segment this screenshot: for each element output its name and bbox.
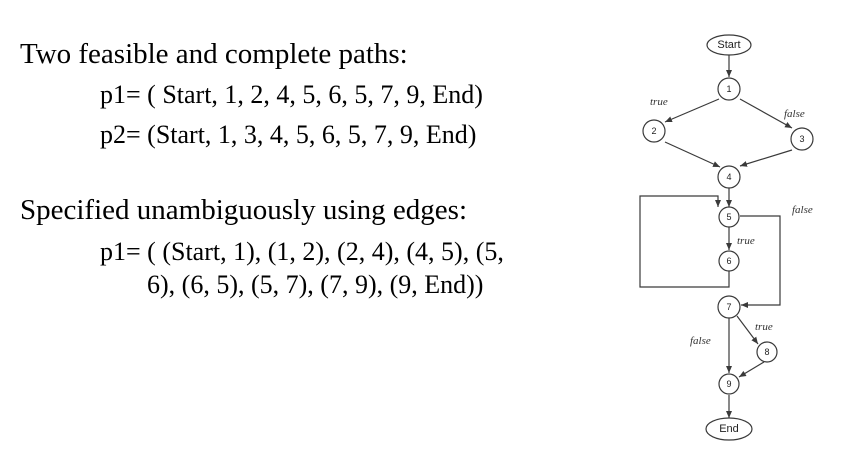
edge-5-7: [740, 215, 781, 308]
node-start-label: Start: [717, 39, 740, 51]
node-5-label: 5: [726, 212, 731, 222]
node-3-label: 3: [799, 134, 804, 144]
node-6-label: 6: [726, 256, 731, 266]
node-4-label: 4: [726, 172, 731, 182]
edges-heading: Specified unambiguously using edges:: [20, 194, 468, 226]
edge-3-4: [739, 149, 793, 167]
edge-label-7-9: false: [690, 335, 711, 347]
edge-2-4: [664, 141, 721, 168]
edge-6-5-loop: [639, 195, 730, 288]
edges-line-2: 6), (6, 5), (5, 7), (7, 9), (9, End)): [147, 270, 484, 299]
node-7-label: 7: [726, 302, 731, 312]
control-flow-graph: Start 1 2 3 4 5 6 7 8 9 End true false f…: [639, 34, 814, 441]
edge-label-5-6: true: [737, 235, 755, 247]
edge-label-5-7: false: [792, 204, 813, 216]
paths-heading: Two feasible and complete paths:: [20, 38, 408, 70]
path-p1: p1= ( Start, 1, 2, 4, 5, 6, 5, 7, 9, End…: [100, 80, 483, 109]
edge-1-2: [664, 98, 720, 123]
path-p2: p2= (Start, 1, 3, 4, 5, 6, 5, 7, 9, End): [100, 120, 477, 149]
edge-label-1-3: false: [784, 108, 805, 120]
node-2-label: 2: [651, 126, 656, 136]
edges-line-1: p1= ( (Start, 1), (1, 2), (2, 4), (4, 5)…: [100, 237, 504, 266]
edge-label-7-8: true: [755, 321, 773, 333]
node-1-label: 1: [726, 84, 731, 94]
edge-label-1-2: true: [650, 96, 668, 108]
edge-8-9: [738, 361, 765, 378]
node-9-label: 9: [726, 379, 731, 389]
node-8-label: 8: [764, 347, 769, 357]
node-end-label: End: [719, 423, 739, 435]
